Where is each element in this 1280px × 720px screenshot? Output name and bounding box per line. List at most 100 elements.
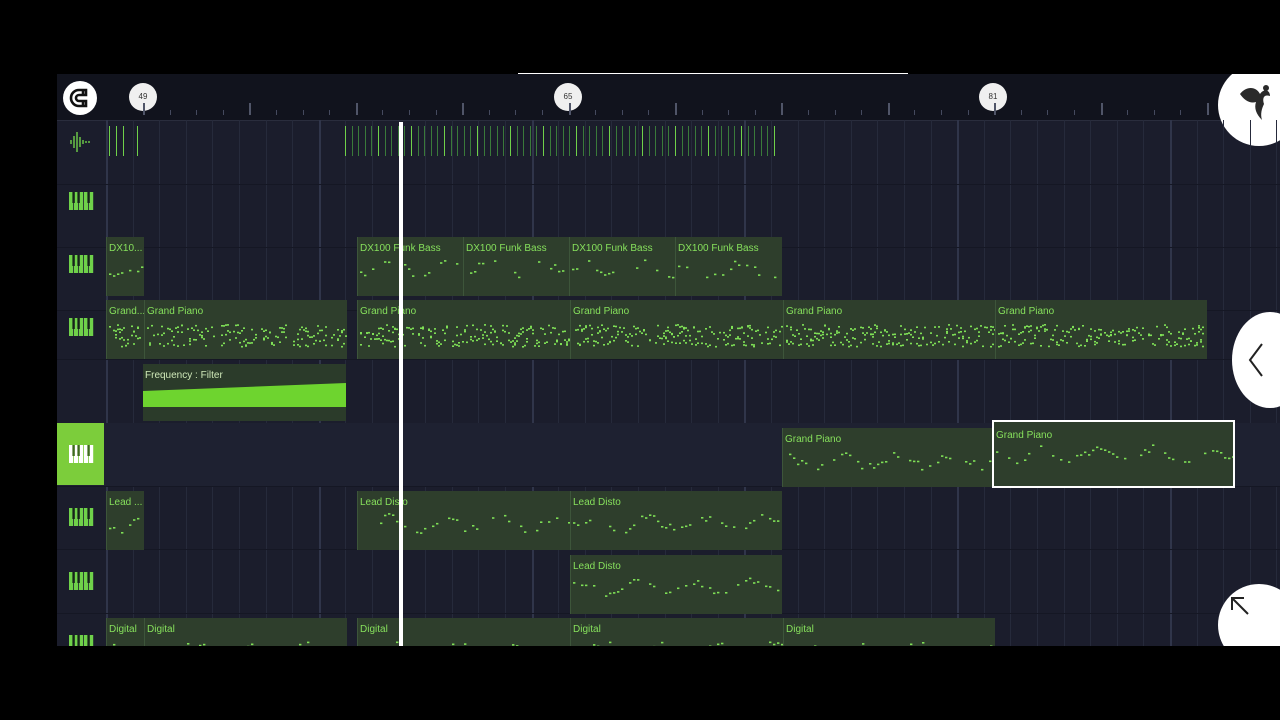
clip-dx100-funk-bass[interactable]: DX100 Funk Bass	[357, 237, 463, 296]
audio-slice	[543, 126, 544, 156]
audio-slice	[536, 126, 537, 156]
piano-keys-icon[interactable]	[57, 550, 104, 612]
piano-keys-icon[interactable]	[57, 423, 104, 485]
clip-label: Grand...	[109, 306, 144, 317]
ruler-tick	[1180, 110, 1182, 115]
waveform-icon[interactable]	[57, 122, 104, 162]
clip-lead-disto[interactable]: Lead Disto	[570, 491, 782, 550]
clip-digital[interactable]: Digital	[357, 618, 570, 646]
clip-notes	[573, 577, 780, 597]
bar-marker-81[interactable]: 81	[979, 83, 1007, 111]
clip-label: Lead Disto	[573, 497, 621, 508]
clip-label: DX100 Funk Bass	[572, 243, 653, 254]
clip-lead-disto[interactable]: Lead ...	[106, 491, 144, 550]
ruler-tick	[169, 110, 171, 115]
clip-frequency-filter[interactable]: Frequency : Filter	[143, 364, 346, 421]
clip-grand-piano[interactable]: Grand Piano	[783, 300, 996, 359]
audio-slice	[748, 126, 749, 156]
audio-slice	[662, 126, 663, 156]
audio-slice	[682, 126, 683, 156]
clip-lead-disto[interactable]: Lead Disto	[357, 491, 570, 550]
audio-slice	[668, 126, 669, 156]
ruler-tick	[728, 110, 730, 115]
ruler-tick	[861, 110, 863, 115]
audio-slice	[123, 126, 124, 156]
clip-digital[interactable]: Digital	[144, 618, 347, 646]
audio-slice	[635, 126, 636, 156]
ruler-tick	[1100, 103, 1103, 115]
ruler-tick	[1153, 110, 1155, 115]
audio-slice	[701, 126, 702, 156]
ruler-tick	[488, 110, 490, 115]
ruler-tick	[834, 110, 836, 115]
clip-grand-piano[interactable]: Grand Piano	[782, 428, 995, 487]
audio-slice	[437, 126, 438, 156]
audio-slice	[470, 126, 471, 156]
ruler-tick	[1047, 110, 1049, 115]
timeline-ruler[interactable]: 49 65 81	[57, 74, 1280, 146]
audio-slice	[431, 126, 432, 156]
clip-notes	[572, 259, 675, 279]
piano-keys-icon[interactable]	[57, 170, 104, 232]
audio-slice	[352, 126, 353, 156]
audio-slice	[728, 126, 729, 156]
audio-slice	[385, 126, 386, 156]
audio-slice	[457, 126, 458, 156]
clip-notes	[109, 266, 144, 277]
clip-dx100-funk-bass[interactable]: DX10...	[106, 237, 144, 296]
audio-slice	[523, 126, 524, 156]
ruler-tick	[435, 110, 437, 115]
clip-notes	[593, 641, 783, 646]
ruler-tick	[621, 110, 623, 115]
ruler-tick	[276, 110, 277, 115]
audio-slice	[358, 126, 359, 156]
clip-grand-piano[interactable]: Grand...	[106, 300, 144, 359]
magnet-icon[interactable]	[63, 81, 97, 115]
clip-digital[interactable]: Digital	[783, 618, 995, 646]
ruler-tick	[355, 103, 358, 115]
audio-slice	[365, 126, 366, 156]
audio-slice	[695, 126, 696, 156]
audio-slice	[622, 126, 623, 156]
clip-grand-piano[interactable]: Grand Piano	[357, 300, 570, 359]
audio-slice	[550, 126, 551, 156]
audio-slice	[490, 126, 491, 156]
clip-dx100-funk-bass[interactable]: DX100 Funk Bass	[463, 237, 569, 296]
audio-slice	[503, 126, 504, 156]
clip-dx100-funk-bass[interactable]: DX100 Funk Bass	[675, 237, 782, 296]
clip-notes	[109, 324, 141, 348]
clip-grand-piano[interactable]: Grand Piano	[570, 300, 783, 359]
audio-slice	[754, 126, 755, 156]
audio-slice	[761, 126, 762, 156]
piano-keys-icon[interactable]	[57, 233, 104, 295]
clip-digital[interactable]: Digital	[570, 618, 783, 646]
audio-slice	[609, 126, 610, 156]
clip-grand-piano[interactable]: Grand Piano	[144, 300, 347, 359]
clip-notes	[187, 641, 310, 646]
playhead[interactable]	[399, 122, 403, 646]
clip-grand-piano[interactable]: Grand Piano	[995, 300, 1207, 359]
clip-notes	[575, 324, 783, 348]
clip-notes	[789, 452, 995, 471]
clip-grand-piano-selected[interactable]: Grand Piano	[992, 420, 1235, 488]
expand-arrow-icon[interactable]	[1218, 584, 1280, 646]
piano-keys-icon[interactable]	[57, 613, 104, 646]
clip-notes	[113, 643, 116, 646]
playlist-window: 49 65 81 DX10... DX100 Funk Bass DX100 F…	[57, 74, 1280, 646]
clip-label: DX10...	[109, 243, 143, 254]
clip-dx100-funk-bass[interactable]: DX100 Funk Bass	[569, 237, 675, 296]
clip-notes	[998, 324, 1204, 348]
audio-slice	[708, 126, 709, 156]
clip-lead-disto[interactable]: Lead Disto	[570, 555, 782, 614]
clip-notes	[786, 324, 996, 348]
audio-slice	[484, 126, 485, 156]
ruler-tick	[941, 110, 942, 115]
ruler-tick	[462, 103, 465, 115]
clip-digital[interactable]: Digital	[106, 618, 144, 646]
piano-keys-icon[interactable]	[57, 486, 104, 548]
clip-notes	[147, 324, 347, 348]
ruler-tick	[1074, 110, 1075, 115]
piano-keys-icon[interactable]	[57, 296, 104, 358]
audio-slice	[418, 126, 419, 156]
ruler-tick	[887, 103, 890, 115]
